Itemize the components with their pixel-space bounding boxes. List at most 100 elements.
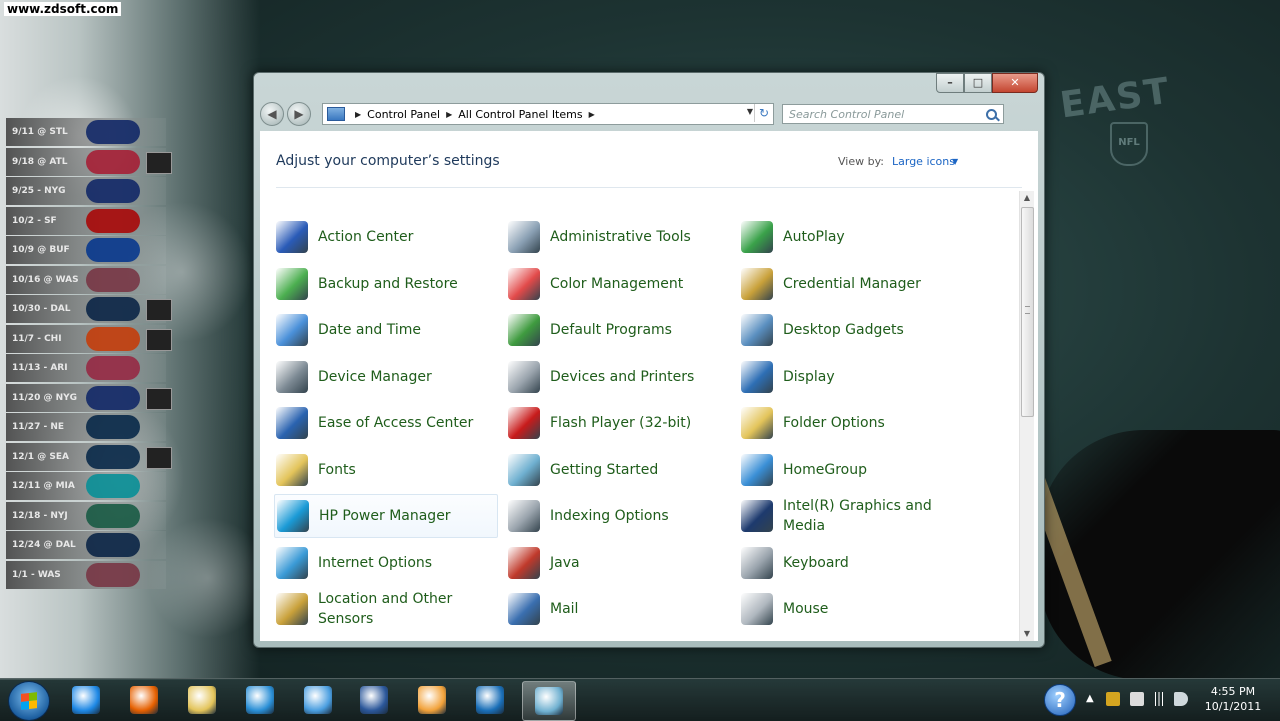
control-panel-item[interactable]: Display: [739, 355, 963, 399]
page-title: Adjust your computer’s settings: [276, 153, 500, 169]
navigation-bar: ◀ ▶ ▶ Control Panel ▶ All Control Panel …: [260, 101, 1038, 127]
schedule-game-label: 10/2 - SF: [12, 215, 57, 226]
refresh-icon[interactable]: ↻: [754, 104, 773, 122]
taskbar-button[interactable]: [348, 681, 400, 719]
vertical-scrollbar[interactable]: ▲ ▼: [1019, 191, 1034, 641]
close-button[interactable]: ✕: [992, 73, 1038, 93]
control-panel-item[interactable]: Folder Options: [739, 401, 963, 445]
control-panel-item[interactable]: Backup and Restore: [274, 262, 498, 306]
control-panel-item[interactable]: Device Manager: [274, 355, 498, 399]
control-panel-item[interactable]: Fonts: [274, 448, 498, 492]
volume-icon[interactable]: [1174, 692, 1188, 706]
autoplay-icon: [741, 221, 773, 253]
control-panel-item[interactable]: Ease of Access Center: [274, 401, 498, 445]
control-panel-item[interactable]: Color Management: [506, 262, 730, 306]
control-panel-item[interactable]: HomeGroup: [739, 448, 963, 492]
schedule-game-label: 11/7 - CHI: [12, 333, 62, 344]
control-panel-item[interactable]: Keyboard: [739, 541, 963, 585]
indexing-icon: [508, 500, 540, 532]
chevron-down-icon[interactable]: ▼: [747, 107, 753, 116]
item-label: HP Power Manager: [319, 508, 451, 524]
back-button[interactable]: ◀: [260, 102, 284, 126]
control-panel-item[interactable]: Location and Other Sensors: [274, 587, 498, 631]
control-panel-item[interactable]: Default Programs: [506, 308, 730, 352]
schedule-row: 10/2 - SF: [6, 206, 166, 235]
taskbar-button[interactable]: [522, 681, 576, 721]
breadcrumb-control-panel[interactable]: Control Panel: [367, 108, 440, 121]
schedule-row: 11/13 - ARI: [6, 354, 166, 382]
taskbar-button[interactable]: [234, 681, 286, 719]
item-label: Color Management: [550, 275, 684, 292]
control-panel-item[interactable]: Intel(R) Graphics and Media: [739, 494, 963, 538]
schedule-row: 12/1 @ SEA: [6, 442, 172, 471]
action-center-flag-icon[interactable]: [1130, 692, 1144, 706]
team-logo-icon: [86, 474, 140, 498]
taskbar-button[interactable]: [292, 681, 344, 719]
breadcrumb-arrow-icon[interactable]: ▶: [355, 110, 361, 119]
control-panel-item[interactable]: HP Power Manager: [274, 494, 498, 538]
energy-star-icon: [277, 500, 309, 532]
taskbar-button[interactable]: [60, 681, 112, 719]
start-button[interactable]: [8, 681, 50, 721]
breadcrumb-arrow-icon[interactable]: ▶: [446, 110, 452, 119]
view-by-dropdown[interactable]: Large icons: [892, 155, 955, 168]
schedule-row: 12/11 @ MIA: [6, 472, 166, 500]
taskbar-button[interactable]: [118, 681, 170, 719]
item-label: Default Programs: [550, 322, 672, 338]
taskbar-button[interactable]: [176, 681, 228, 719]
control-panel-item[interactable]: Administrative Tools: [506, 215, 730, 259]
network-signal-icon[interactable]: [1152, 692, 1166, 706]
item-label: Fonts: [318, 461, 356, 478]
schedule-game-label: 11/13 - ARI: [12, 363, 68, 373]
search-input[interactable]: Search Control Panel: [782, 104, 1004, 124]
schedule-gadget: 9/11 @ STL 9/18 @ ATL 9/25 - NYG 10/2 - SF 1…: [6, 118, 172, 590]
taskbar-button[interactable]: [464, 681, 516, 719]
control-panel-item[interactable]: Mail: [506, 587, 730, 631]
scroll-up-icon[interactable]: ▲: [1020, 191, 1034, 205]
control-panel-icon: [327, 107, 345, 121]
control-panel-item[interactable]: Devices and Printers: [506, 355, 730, 399]
item-label: Indexing Options: [550, 508, 669, 524]
breadcrumb-arrow-icon[interactable]: ▶: [589, 110, 595, 119]
show-hidden-icons-icon[interactable]: ▲: [1086, 693, 1094, 704]
schedule-game-label: 10/9 @ BUF: [12, 245, 70, 255]
control-panel-item[interactable]: Getting Started: [506, 448, 730, 492]
schedule-row: 10/16 @ WAS: [6, 265, 166, 294]
system-tray: ? ▲ 4:55 PM 10/1/2011: [1040, 679, 1280, 721]
credential-icon: [741, 267, 773, 300]
control-panel-item[interactable]: Credential Manager: [739, 262, 963, 306]
chevron-down-icon[interactable]: ▼: [952, 157, 958, 166]
search-icon[interactable]: [986, 109, 997, 120]
control-panel-item[interactable]: Date and Time: [274, 308, 498, 352]
control-panel-item[interactable]: Network and Sharing: [274, 634, 498, 640]
windows-explorer-icon: [188, 686, 216, 714]
control-panel-item[interactable]: Java: [506, 541, 730, 585]
control-panel-item[interactable]: Mouse: [739, 587, 963, 631]
forward-button[interactable]: ▶: [287, 102, 311, 126]
help-icon[interactable]: ?: [1044, 684, 1076, 716]
minimize-button[interactable]: –: [936, 73, 964, 93]
team-logo-icon: [86, 326, 140, 351]
scroll-thumb[interactable]: [1021, 207, 1034, 417]
control-panel-item[interactable]: AutoPlay: [739, 215, 963, 259]
schedule-game-label: 12/11 @ MIA: [12, 481, 75, 491]
control-panel-item[interactable]: Desktop Gadgets: [739, 308, 963, 352]
schedule-game-label: 9/11 @ STL: [12, 127, 68, 137]
control-panel-item[interactable]: Action Center: [274, 215, 498, 259]
divider: [276, 187, 1022, 188]
control-panel-item[interactable]: Flash Player (32-bit): [506, 401, 730, 445]
team-logo-icon: [86, 149, 140, 174]
control-panel-item[interactable]: Internet Options: [274, 541, 498, 585]
schedule-game-label: 9/18 @ ATL: [12, 156, 68, 167]
clock[interactable]: 4:55 PM 10/1/2011: [1198, 684, 1268, 714]
scroll-down-icon[interactable]: ▼: [1020, 627, 1034, 641]
breadcrumb-all-items[interactable]: All Control Panel Items: [458, 108, 582, 121]
control-panel-item[interactable]: Indexing Options: [506, 494, 730, 538]
maximize-button[interactable]: □: [964, 73, 992, 93]
item-label: Devices and Printers: [550, 368, 695, 385]
taskbar-button[interactable]: [406, 681, 458, 719]
keyboard-icon: [741, 546, 773, 579]
address-bar[interactable]: ▶ Control Panel ▶ All Control Panel Item…: [322, 103, 774, 125]
tray-app-icon[interactable]: [1106, 692, 1120, 706]
item-label: Administrative Tools: [550, 229, 691, 245]
